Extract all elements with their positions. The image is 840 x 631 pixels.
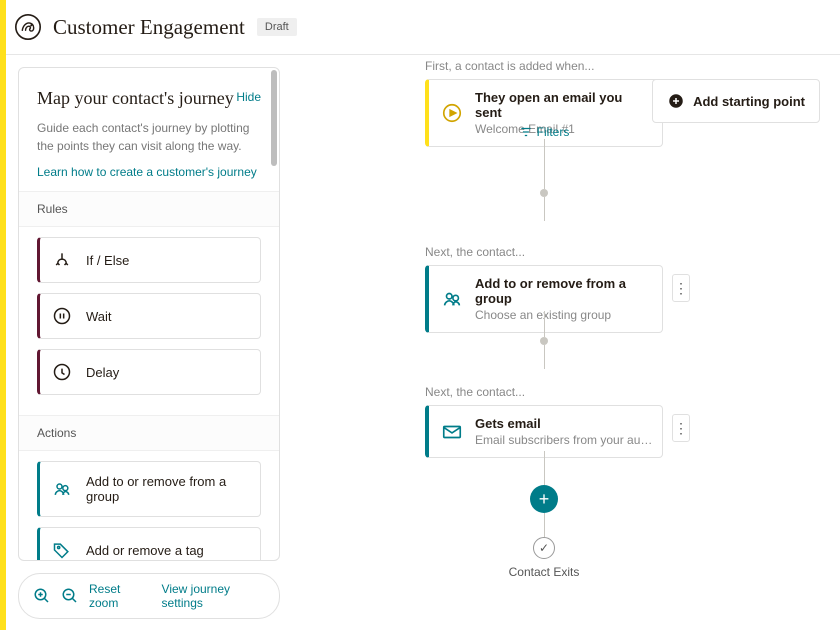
group-icon — [52, 479, 72, 499]
plus-circle-icon — [667, 92, 685, 110]
journey-canvas[interactable]: First, a contact is added when... They o… — [280, 55, 840, 631]
clock-icon — [52, 362, 72, 382]
sidebar-subtitle: Guide each contact's journey by plotting… — [37, 119, 261, 155]
page-title: Customer Engagement — [53, 15, 245, 40]
rules-section-label: Rules — [19, 191, 279, 227]
zoom-out-button[interactable] — [61, 587, 79, 605]
journey-palette: Map your contact's journey Hide Guide ea… — [18, 67, 280, 561]
sidebar-title: Map your contact's journey — [37, 88, 234, 109]
zoom-toolbar: Reset zoom View journey settings — [18, 573, 280, 619]
next-hint: Next, the contact... — [425, 245, 663, 259]
add-starting-point-label: Add starting point — [693, 94, 805, 109]
learn-link[interactable]: Learn how to create a customer's journey — [37, 165, 261, 179]
action-label: Add to or remove from a group — [86, 474, 248, 504]
branch-icon — [52, 250, 72, 270]
node-title: Add to or remove from a group — [475, 276, 650, 306]
rule-if-else[interactable]: If / Else — [37, 237, 261, 283]
node-title: They open an email you sent — [475, 90, 650, 120]
exit-icon: ✓ — [533, 537, 555, 559]
zoom-in-button[interactable] — [33, 587, 51, 605]
rule-label: Delay — [86, 365, 119, 380]
scrollbar-thumb[interactable] — [271, 70, 277, 166]
node-more-button[interactable]: ⋮ — [672, 274, 690, 302]
filters-button[interactable]: Filters — [519, 125, 570, 139]
node-more-button[interactable]: ⋮ — [672, 414, 690, 442]
node-sub: Email subscribers from your automation..… — [475, 433, 653, 447]
rule-label: Wait — [86, 309, 112, 324]
reset-zoom-button[interactable]: Reset zoom — [89, 582, 148, 610]
rule-wait[interactable]: Wait — [37, 293, 261, 339]
add-step-button[interactable]: + — [530, 485, 558, 513]
next-hint: Next, the contact... — [425, 385, 663, 399]
action-group[interactable]: Add to or remove from a group — [37, 461, 261, 517]
connector-dot[interactable] — [540, 189, 548, 197]
group-icon — [441, 288, 463, 310]
pause-icon — [52, 306, 72, 326]
app-header: Customer Engagement Draft — [0, 0, 840, 55]
action-label: Add or remove a tag — [86, 543, 204, 558]
rule-label: If / Else — [86, 253, 129, 268]
view-settings-button[interactable]: View journey settings — [162, 582, 265, 610]
exit-label: Contact Exits — [509, 565, 580, 579]
email-icon — [441, 421, 463, 443]
play-circle-icon — [441, 102, 463, 124]
tag-icon — [52, 540, 72, 560]
node-title: Gets email — [475, 416, 653, 431]
action-tag[interactable]: Add or remove a tag — [37, 527, 261, 561]
start-hint: First, a contact is added when... — [425, 59, 663, 73]
mailchimp-logo-icon — [15, 14, 41, 40]
actions-section-label: Actions — [19, 415, 279, 451]
rule-delay[interactable]: Delay — [37, 349, 261, 395]
status-badge: Draft — [257, 18, 297, 36]
connector-dot[interactable] — [540, 337, 548, 345]
hide-button[interactable]: Hide — [236, 90, 261, 104]
add-starting-point-button[interactable]: Add starting point — [652, 79, 820, 123]
